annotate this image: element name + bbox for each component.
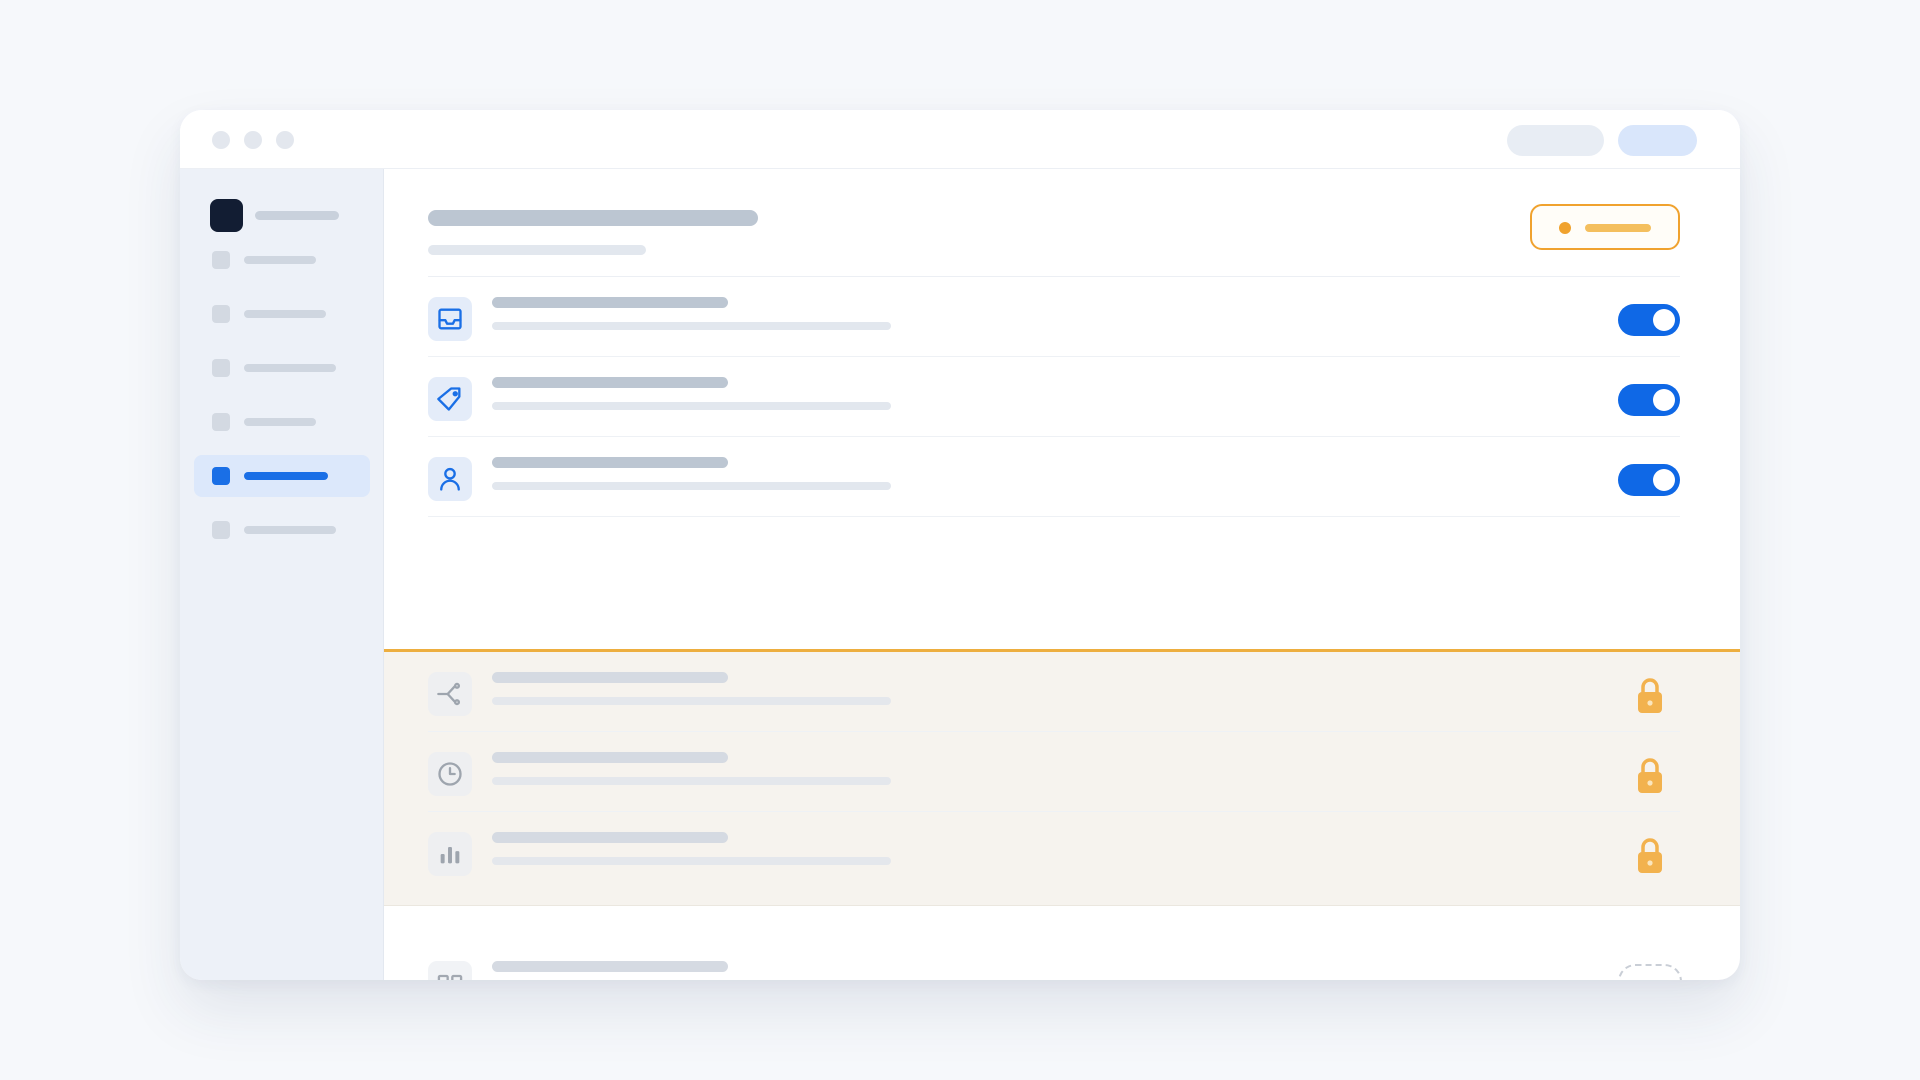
locked-feature-row [428,732,1680,812]
sidebar-item-3[interactable] [194,347,370,389]
feature-row [428,437,1680,517]
main-panel [384,169,1740,980]
feature-title-placeholder [492,457,728,468]
sidebar-item-2[interactable] [194,293,370,335]
sidebar [180,169,384,980]
sidebar-item-1[interactable] [194,239,370,281]
feature-title-placeholder [492,377,728,388]
feature-toggle[interactable] [1618,384,1680,416]
nav-label-placeholder [244,418,316,426]
window-dot[interactable] [276,131,294,149]
lock-icon [1638,678,1662,713]
nav-icon [212,305,230,323]
title-bar [180,110,1740,169]
sidebar-item-6[interactable] [194,509,370,551]
feature-title-placeholder [492,752,728,763]
nav-label-placeholder [244,472,328,480]
upgrade-label-placeholder [1585,224,1651,232]
status-dot [1559,222,1571,234]
app-logo[interactable] [210,199,243,232]
window-dot[interactable] [244,131,262,149]
app-name-placeholder [255,211,339,220]
locked-features-section [384,649,1740,906]
nav-label-placeholder [244,310,326,318]
feature-title-placeholder [492,832,728,843]
lock-icon [1638,838,1662,873]
nav-icon [212,467,230,485]
nav-icon [212,413,230,431]
feature-title-placeholder [492,961,728,972]
sidebar-item-4[interactable] [194,401,370,443]
locked-feature-row [428,812,1680,892]
app-window [180,110,1740,980]
tag-icon [428,377,472,421]
toolbar-button-primary[interactable] [1618,125,1697,156]
feature-description-placeholder [492,322,891,330]
nav-label-placeholder [244,256,316,264]
nav-icon [212,359,230,377]
feature-description-placeholder [492,402,891,410]
branch-icon [428,672,472,716]
clock-icon [428,752,472,796]
feature-description-placeholder [492,777,891,785]
nav-label-placeholder [244,526,336,534]
feature-row [428,357,1680,437]
locked-feature-row [428,652,1680,732]
feature-description-placeholder [492,482,891,490]
sidebar-item-5[interactable] [194,455,370,497]
columns-icon [428,961,472,980]
nav-label-placeholder [244,364,336,372]
feature-toggle[interactable] [1618,304,1680,336]
available-feature-row [428,941,1682,980]
bar-chart-icon [428,832,472,876]
feature-title-placeholder [492,297,728,308]
inbox-icon [428,297,472,341]
feature-title-placeholder [492,672,728,683]
page-title-placeholder [428,210,758,226]
lock-icon [1638,758,1662,793]
upgrade-badge[interactable] [1530,204,1680,250]
nav-icon [212,521,230,539]
feature-description-placeholder [492,857,891,865]
feature-description-placeholder [492,697,891,705]
toolbar-button-secondary[interactable] [1507,125,1604,156]
empty-toggle-slot[interactable] [1618,964,1682,980]
window-dot[interactable] [212,131,230,149]
feature-row [428,277,1680,357]
user-icon [428,457,472,501]
feature-toggle[interactable] [1618,464,1680,496]
nav-icon [212,251,230,269]
page-subtitle-placeholder [428,245,646,255]
